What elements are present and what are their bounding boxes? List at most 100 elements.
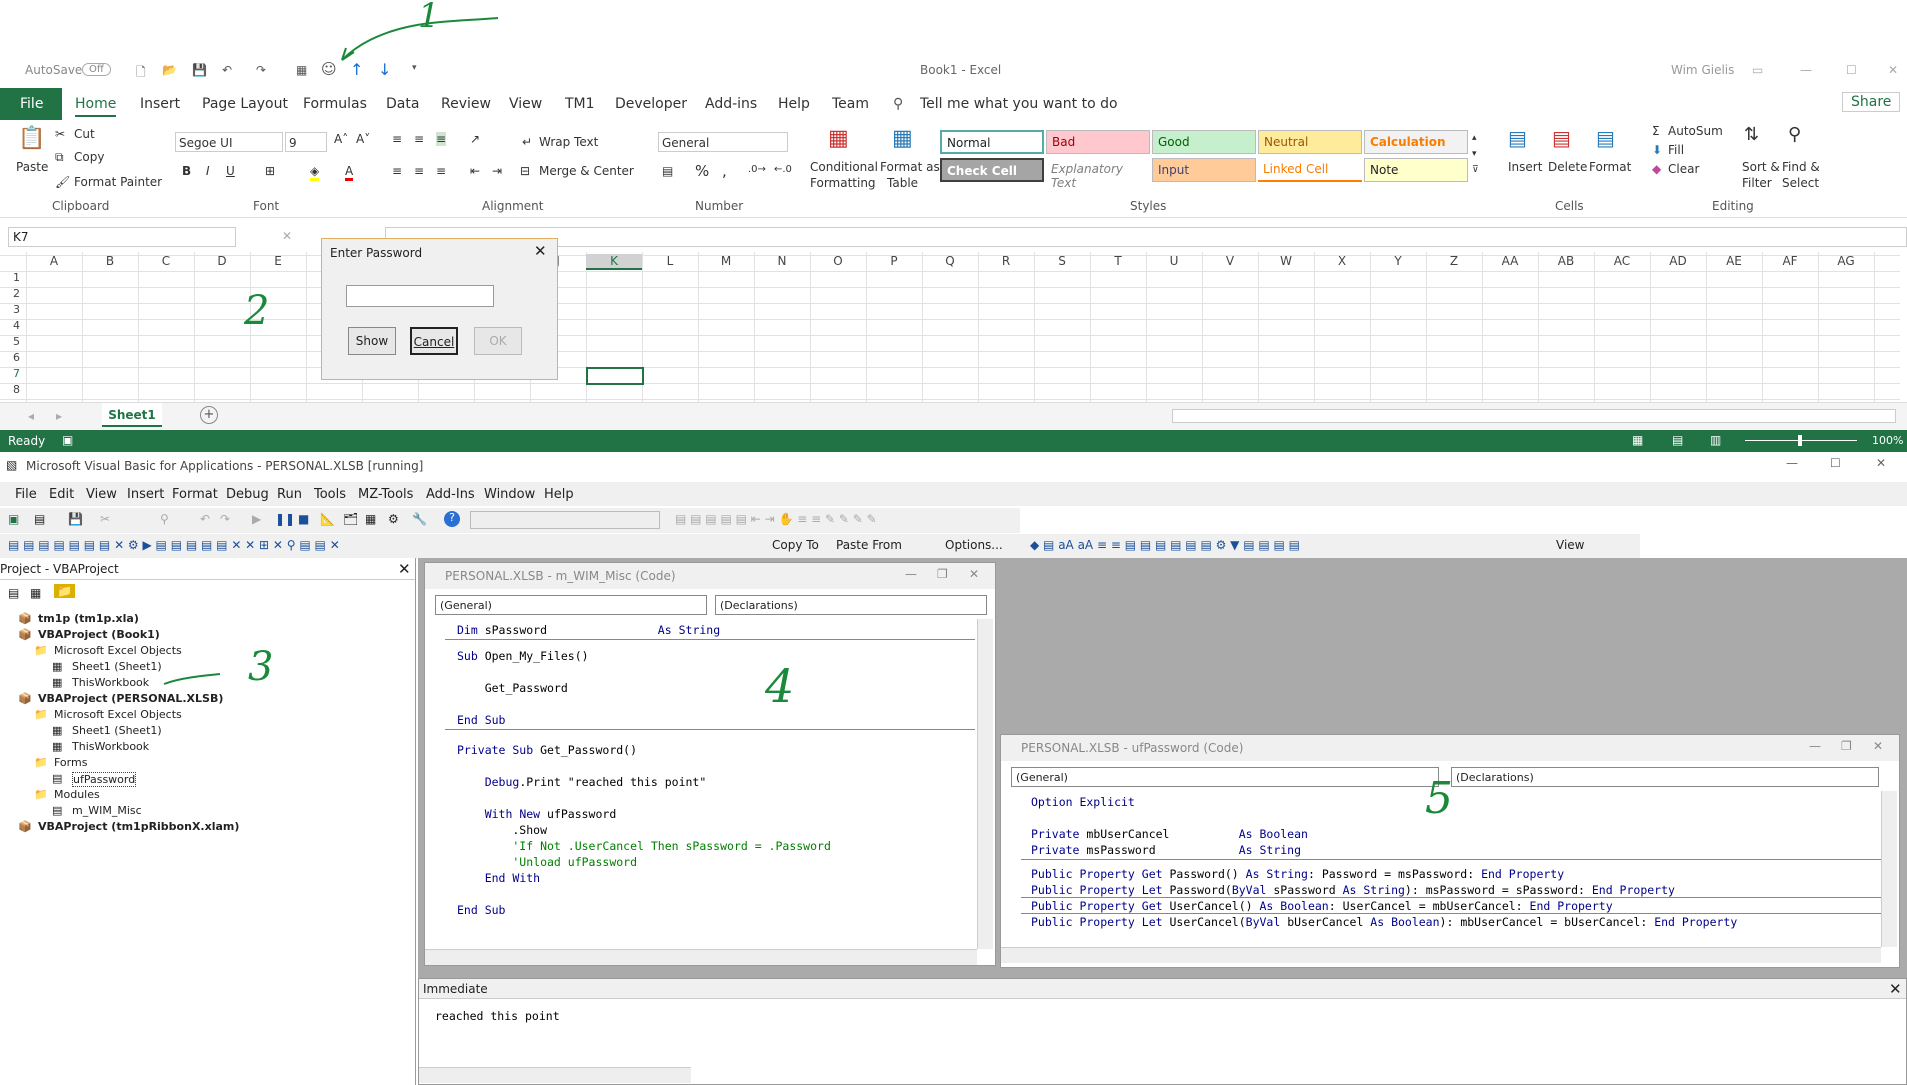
prev-sheet-icon[interactable]: ◂ <box>28 409 34 423</box>
cancel-button[interactable]: Cancel <box>410 327 458 355</box>
immediate-output[interactable]: reached this point <box>435 1009 560 1023</box>
conditional-formatting-icon[interactable]: ▦ <box>828 126 849 151</box>
fill-color-icon[interactable]: ◈ <box>310 164 320 181</box>
vbe-close-icon[interactable]: ✕ <box>1876 456 1886 470</box>
format-as-table-label[interactable]: Format as <box>880 160 940 174</box>
toolbox-icon[interactable]: 🔧 <box>412 512 427 526</box>
copy-icon[interactable]: ⧉ <box>55 150 64 165</box>
font-name-box[interactable]: Segoe UI <box>175 132 283 152</box>
view-excel-icon[interactable]: ▣ <box>8 512 19 526</box>
ok-button[interactable]: OK <box>474 327 522 355</box>
tab-file[interactable]: File <box>20 96 43 112</box>
format-as-table-label-2[interactable]: Table <box>887 176 918 190</box>
worksheet-grid[interactable] <box>0 252 1900 402</box>
menu-run[interactable]: Run <box>277 487 302 502</box>
row-header[interactable]: 8 <box>8 383 20 396</box>
style-calculation[interactable]: Calculation <box>1364 130 1468 154</box>
save-icon[interactable]: 💾 <box>192 63 207 77</box>
row-header[interactable]: 1 <box>8 271 20 284</box>
shrink-font-icon[interactable]: A˅ <box>356 132 370 146</box>
vbe-help-icon[interactable]: ? <box>444 511 460 527</box>
column-header[interactable]: O <box>810 254 866 268</box>
row-header[interactable]: 4 <box>8 319 20 332</box>
autosum-button[interactable]: AutoSum <box>1668 124 1723 138</box>
tab-review[interactable]: Review <box>441 96 491 112</box>
column-header[interactable]: U <box>1146 254 1202 268</box>
cut-icon[interactable]: ✂ <box>55 127 65 141</box>
code1-close-icon[interactable]: ✕ <box>969 567 979 581</box>
column-header[interactable]: Z <box>1426 254 1482 268</box>
tree-node[interactable]: VBAProject (Book1) <box>38 628 160 641</box>
clear-icon[interactable]: ◆ <box>1652 162 1661 176</box>
menu-help[interactable]: Help <box>544 487 574 502</box>
style-good[interactable]: Good <box>1152 130 1256 154</box>
column-header[interactable]: K <box>586 254 642 270</box>
menu-edit[interactable]: Edit <box>49 487 74 502</box>
code2-restore-icon[interactable]: ❐ <box>1841 739 1852 753</box>
menu-addins[interactable]: Add-Ins <box>426 487 475 502</box>
horizontal-scrollbar[interactable] <box>1172 409 1896 423</box>
find-select-button[interactable]: Find & <box>1782 160 1820 174</box>
style-note[interactable]: Note <box>1364 158 1468 182</box>
mztools-icons-2[interactable]: ◆ ▤ aA aA ≡ ≡ ▤ ▤ ▤ ▤ ▤ ▤ ⚙ ▼ ▤ ▤ ▤ ▤ <box>1030 538 1300 552</box>
column-header[interactable]: AF <box>1762 254 1818 268</box>
code2-vertical-scrollbar[interactable] <box>1881 791 1897 947</box>
wrap-text-icon[interactable]: ↵ <box>522 135 532 149</box>
column-header[interactable]: S <box>1034 254 1090 268</box>
format-cells-icon[interactable]: ▤ <box>1596 126 1615 150</box>
tree-node[interactable]: ufPassword <box>72 772 137 787</box>
delete-cells-button[interactable]: Delete <box>1548 160 1587 174</box>
macro-record-icon[interactable]: ▣ <box>62 433 73 447</box>
style-check-cell[interactable]: Check Cell <box>940 158 1044 182</box>
minimize-icon[interactable]: — <box>1800 63 1812 77</box>
name-box[interactable]: K7 <box>8 227 236 247</box>
fill-icon[interactable]: ⬇ <box>1652 143 1662 157</box>
vbe-find-icon[interactable]: ⚲ <box>160 512 169 526</box>
align-top-icon[interactable]: ≡ <box>392 132 402 146</box>
vbe-redo-icon[interactable]: ↷ <box>220 512 230 526</box>
show-button[interactable]: Show <box>348 327 396 355</box>
options-button[interactable]: Options... <box>945 538 1003 552</box>
borders-icon[interactable]: ⊞ <box>265 164 275 178</box>
project-explorer-icon[interactable]: 🗂 <box>343 512 358 526</box>
align-center-icon[interactable]: ≡ <box>414 164 424 178</box>
increase-indent-icon[interactable]: ⇥ <box>492 164 502 178</box>
format-as-table-icon[interactable]: ▦ <box>892 126 913 151</box>
tree-node[interactable]: Sheet1 (Sheet1) <box>72 660 162 673</box>
dialog-close-icon[interactable]: ✕ <box>534 242 547 260</box>
open-icon[interactable]: 📂 <box>162 63 177 77</box>
fill-button[interactable]: Fill <box>1668 143 1684 157</box>
find-select-button-2[interactable]: Select <box>1782 176 1819 190</box>
reset-icon[interactable]: ■ <box>298 512 309 526</box>
column-header[interactable]: AA <box>1482 254 1538 268</box>
edit-toolbar-icons[interactable]: ▤ ▤ ▤ ▤ ▤ ⇤ ⇥ ✋ ≡ ≡ ✎ ✎ ✎ ✎ <box>675 512 877 526</box>
find-select-icon[interactable]: ⚲ <box>1788 124 1801 145</box>
tree-node[interactable]: m_WIM_Misc <box>72 804 142 817</box>
undo-icon[interactable]: ↶ <box>222 63 232 77</box>
style-input[interactable]: Input <box>1152 158 1256 182</box>
column-header[interactable]: L <box>642 254 698 268</box>
menu-insert[interactable]: Insert <box>127 487 164 502</box>
maximize-icon[interactable]: ☐ <box>1846 63 1857 77</box>
menu-mztools[interactable]: MZ-Tools <box>358 487 413 502</box>
column-header[interactable]: Y <box>1370 254 1426 268</box>
page-layout-icon[interactable]: ▤ <box>1672 433 1683 447</box>
tree-node[interactable]: Sheet1 (Sheet1) <box>72 724 162 737</box>
bold-icon[interactable]: B <box>182 164 191 178</box>
cancel-formula-icon[interactable]: ✕ <box>282 229 292 243</box>
procedure-combo[interactable]: (Declarations) <box>715 595 987 615</box>
row-header[interactable]: 6 <box>8 351 20 364</box>
zoom-thumb[interactable] <box>1798 435 1802 446</box>
code1-restore-icon[interactable]: ❐ <box>937 567 948 581</box>
column-header[interactable]: N <box>754 254 810 268</box>
tree-node[interactable]: ThisWorkbook <box>72 740 149 753</box>
row-header[interactable]: 5 <box>8 335 20 348</box>
view-button[interactable]: View <box>1556 538 1584 552</box>
procedure-combo[interactable] <box>470 511 660 529</box>
row-header[interactable]: 2 <box>8 287 20 300</box>
active-cell-k7[interactable] <box>586 367 644 385</box>
percent-icon[interactable]: % <box>695 162 709 180</box>
share-button[interactable]: Share <box>1842 92 1901 112</box>
autosum-icon[interactable]: Σ <box>1652 124 1660 138</box>
row-header[interactable]: 7 <box>8 367 20 380</box>
